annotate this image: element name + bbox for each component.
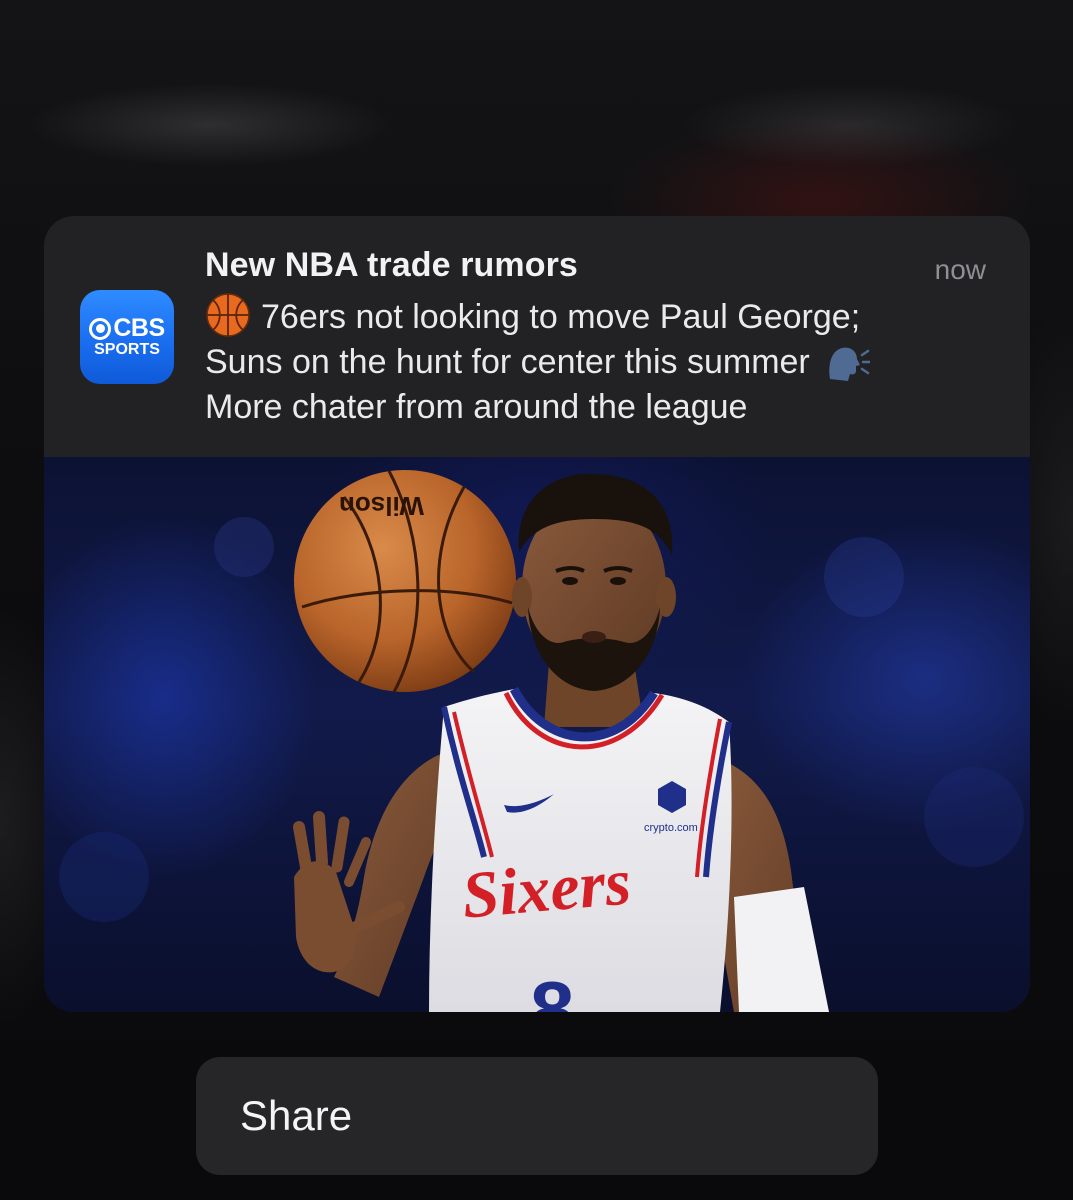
body-line-1: 76ers not looking to move Paul George; (205, 292, 995, 340)
cbs-sports-app-icon: CBS SPORTS (80, 290, 174, 384)
notification-photo: Wilson crypto.com Sixers 8 (44, 457, 1030, 1012)
notification-card[interactable]: CBS SPORTS New NBA trade rumors now 76er… (44, 216, 1030, 1012)
jersey-wordmark: Sixers (459, 845, 633, 932)
body-line-3: More chater from around the league (205, 388, 748, 426)
svg-text:Wilson: Wilson (339, 491, 424, 521)
body-line-1-text: 76ers not looking to move Paul George; (261, 298, 861, 336)
notification-time: now (934, 254, 986, 285)
basketball-emoji-icon (206, 293, 250, 337)
player-photo-illustration: Wilson crypto.com Sixers 8 (59, 470, 1024, 1012)
speaking-head-emoji-icon (829, 347, 870, 381)
jersey-number: 8 (530, 965, 575, 1012)
notification-screen: CBS SPORTS New NBA trade rumors now 76er… (0, 0, 1073, 1200)
cbs-eye-icon (89, 317, 112, 340)
share-button[interactable]: Share (196, 1057, 878, 1175)
cbs-logo: CBS (89, 314, 165, 342)
jersey-sponsor-text: crypto.com (644, 822, 698, 834)
basketball: Wilson (294, 470, 516, 693)
notification-title: New NBA trade rumors (205, 246, 578, 284)
body-line-2: Suns on the hunt for center this summer (205, 340, 995, 385)
notification-body: 76ers not looking to move Paul George; S… (205, 292, 995, 430)
cbs-logo-text: CBS (113, 314, 165, 342)
body-line-2-text: Suns on the hunt for center this summer (205, 343, 810, 381)
sports-logo-text: SPORTS (94, 341, 160, 358)
